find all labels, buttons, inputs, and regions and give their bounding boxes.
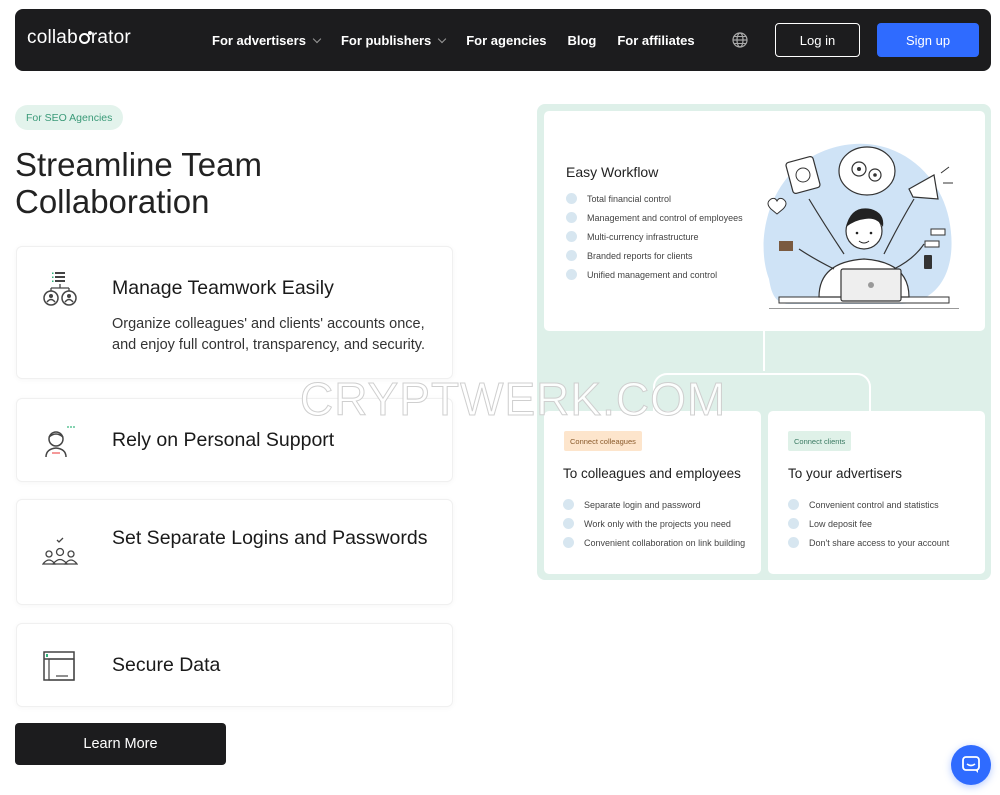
check-icon [566,269,577,280]
login-button[interactable]: Log in [775,23,860,57]
easy-workflow-card: Easy Workflow Total financial control Ma… [544,111,985,331]
list-item: Don't share access to your account [788,533,949,552]
page-title: Streamline Team Collaboration [15,146,263,220]
clients-list: Convenient control and statistics Low de… [788,495,949,552]
connect-colleagues-card: Connect colleagues To colleagues and emp… [544,411,761,574]
main-menu: For advertisers For publishers For agenc… [212,9,716,71]
list-item: Separate login and password [563,495,745,514]
team-hierarchy-icon [43,272,77,306]
list-item: Unified management and control [566,265,743,284]
check-icon [566,250,577,261]
multitasking-person-illustration [763,143,959,309]
feature-card-logins[interactable]: Set Separate Logins and Passwords [16,499,453,605]
menu-item-blog[interactable]: Blog [567,33,596,48]
check-icon [566,193,577,204]
learn-more-button[interactable]: Learn More [15,723,226,765]
chat-icon [962,756,980,773]
feature-title: Rely on Personal Support [112,429,335,451]
feature-title: Secure Data [112,654,221,676]
menu-item-affiliates[interactable]: For affiliates [617,33,694,48]
workflow-title: Easy Workflow [566,164,659,180]
menu-item-advertisers[interactable]: For advertisers [212,33,322,48]
check-icon [788,537,799,548]
check-icon [566,212,577,223]
check-icon [566,231,577,242]
colleagues-list: Separate login and password Work only wi… [563,495,745,552]
clients-title: To your advertisers [788,466,903,481]
chevron-down-icon [312,34,322,43]
check-icon [563,518,574,529]
feature-description: Organize colleagues' and clients' accoun… [112,316,425,353]
list-item: Management and control of employees [566,208,743,227]
chat-widget-button[interactable] [951,745,991,785]
feature-title: Manage Teamwork Easily [112,277,334,299]
check-icon [563,537,574,548]
category-tag: For SEO Agencies [15,105,124,130]
list-item: Low deposit fee [788,514,949,533]
connect-clients-card: Connect clients To your advertisers Conv… [768,411,985,574]
signup-button[interactable]: Sign up [877,23,979,57]
workflow-illustration: Easy Workflow Total financial control Ma… [537,104,991,580]
list-item: Total financial control [566,189,743,208]
list-item: Work only with the projects you need [563,514,745,533]
list-item: Convenient collaboration on link buildin… [563,533,745,552]
colleagues-title: To colleagues and employees [563,466,741,481]
check-icon [788,518,799,529]
workflow-list: Total financial control Management and c… [566,189,743,284]
globe-icon[interactable] [731,31,749,49]
logo[interactable]: collab rator [27,27,131,49]
feature-card-teamwork[interactable]: Manage Teamwork Easily Organize colleagu… [16,246,453,379]
list-item: Convenient control and statistics [788,495,949,514]
secure-data-icon [43,651,75,681]
connector-line [763,331,765,371]
top-navbar: collab rator For advertisers For publishe… [15,9,991,71]
feature-card-secure-data[interactable]: Secure Data [16,623,453,707]
list-item: Multi-currency infrastructure [566,227,743,246]
connector-line [653,373,871,413]
menu-item-publishers[interactable]: For publishers [341,33,447,48]
chevron-down-icon [437,34,447,43]
feature-title: Set Separate Logins and Passwords [112,527,428,549]
check-icon [563,499,574,510]
connect-clients-pill: Connect clients [788,431,852,451]
support-agent-icon [45,426,75,458]
users-check-icon [42,537,78,565]
list-item: Branded reports for clients [566,246,743,265]
check-icon [788,499,799,510]
connect-colleagues-pill: Connect colleagues [564,431,642,451]
feature-card-support[interactable]: Rely on Personal Support [16,398,453,482]
menu-item-agencies[interactable]: For agencies [466,33,546,48]
